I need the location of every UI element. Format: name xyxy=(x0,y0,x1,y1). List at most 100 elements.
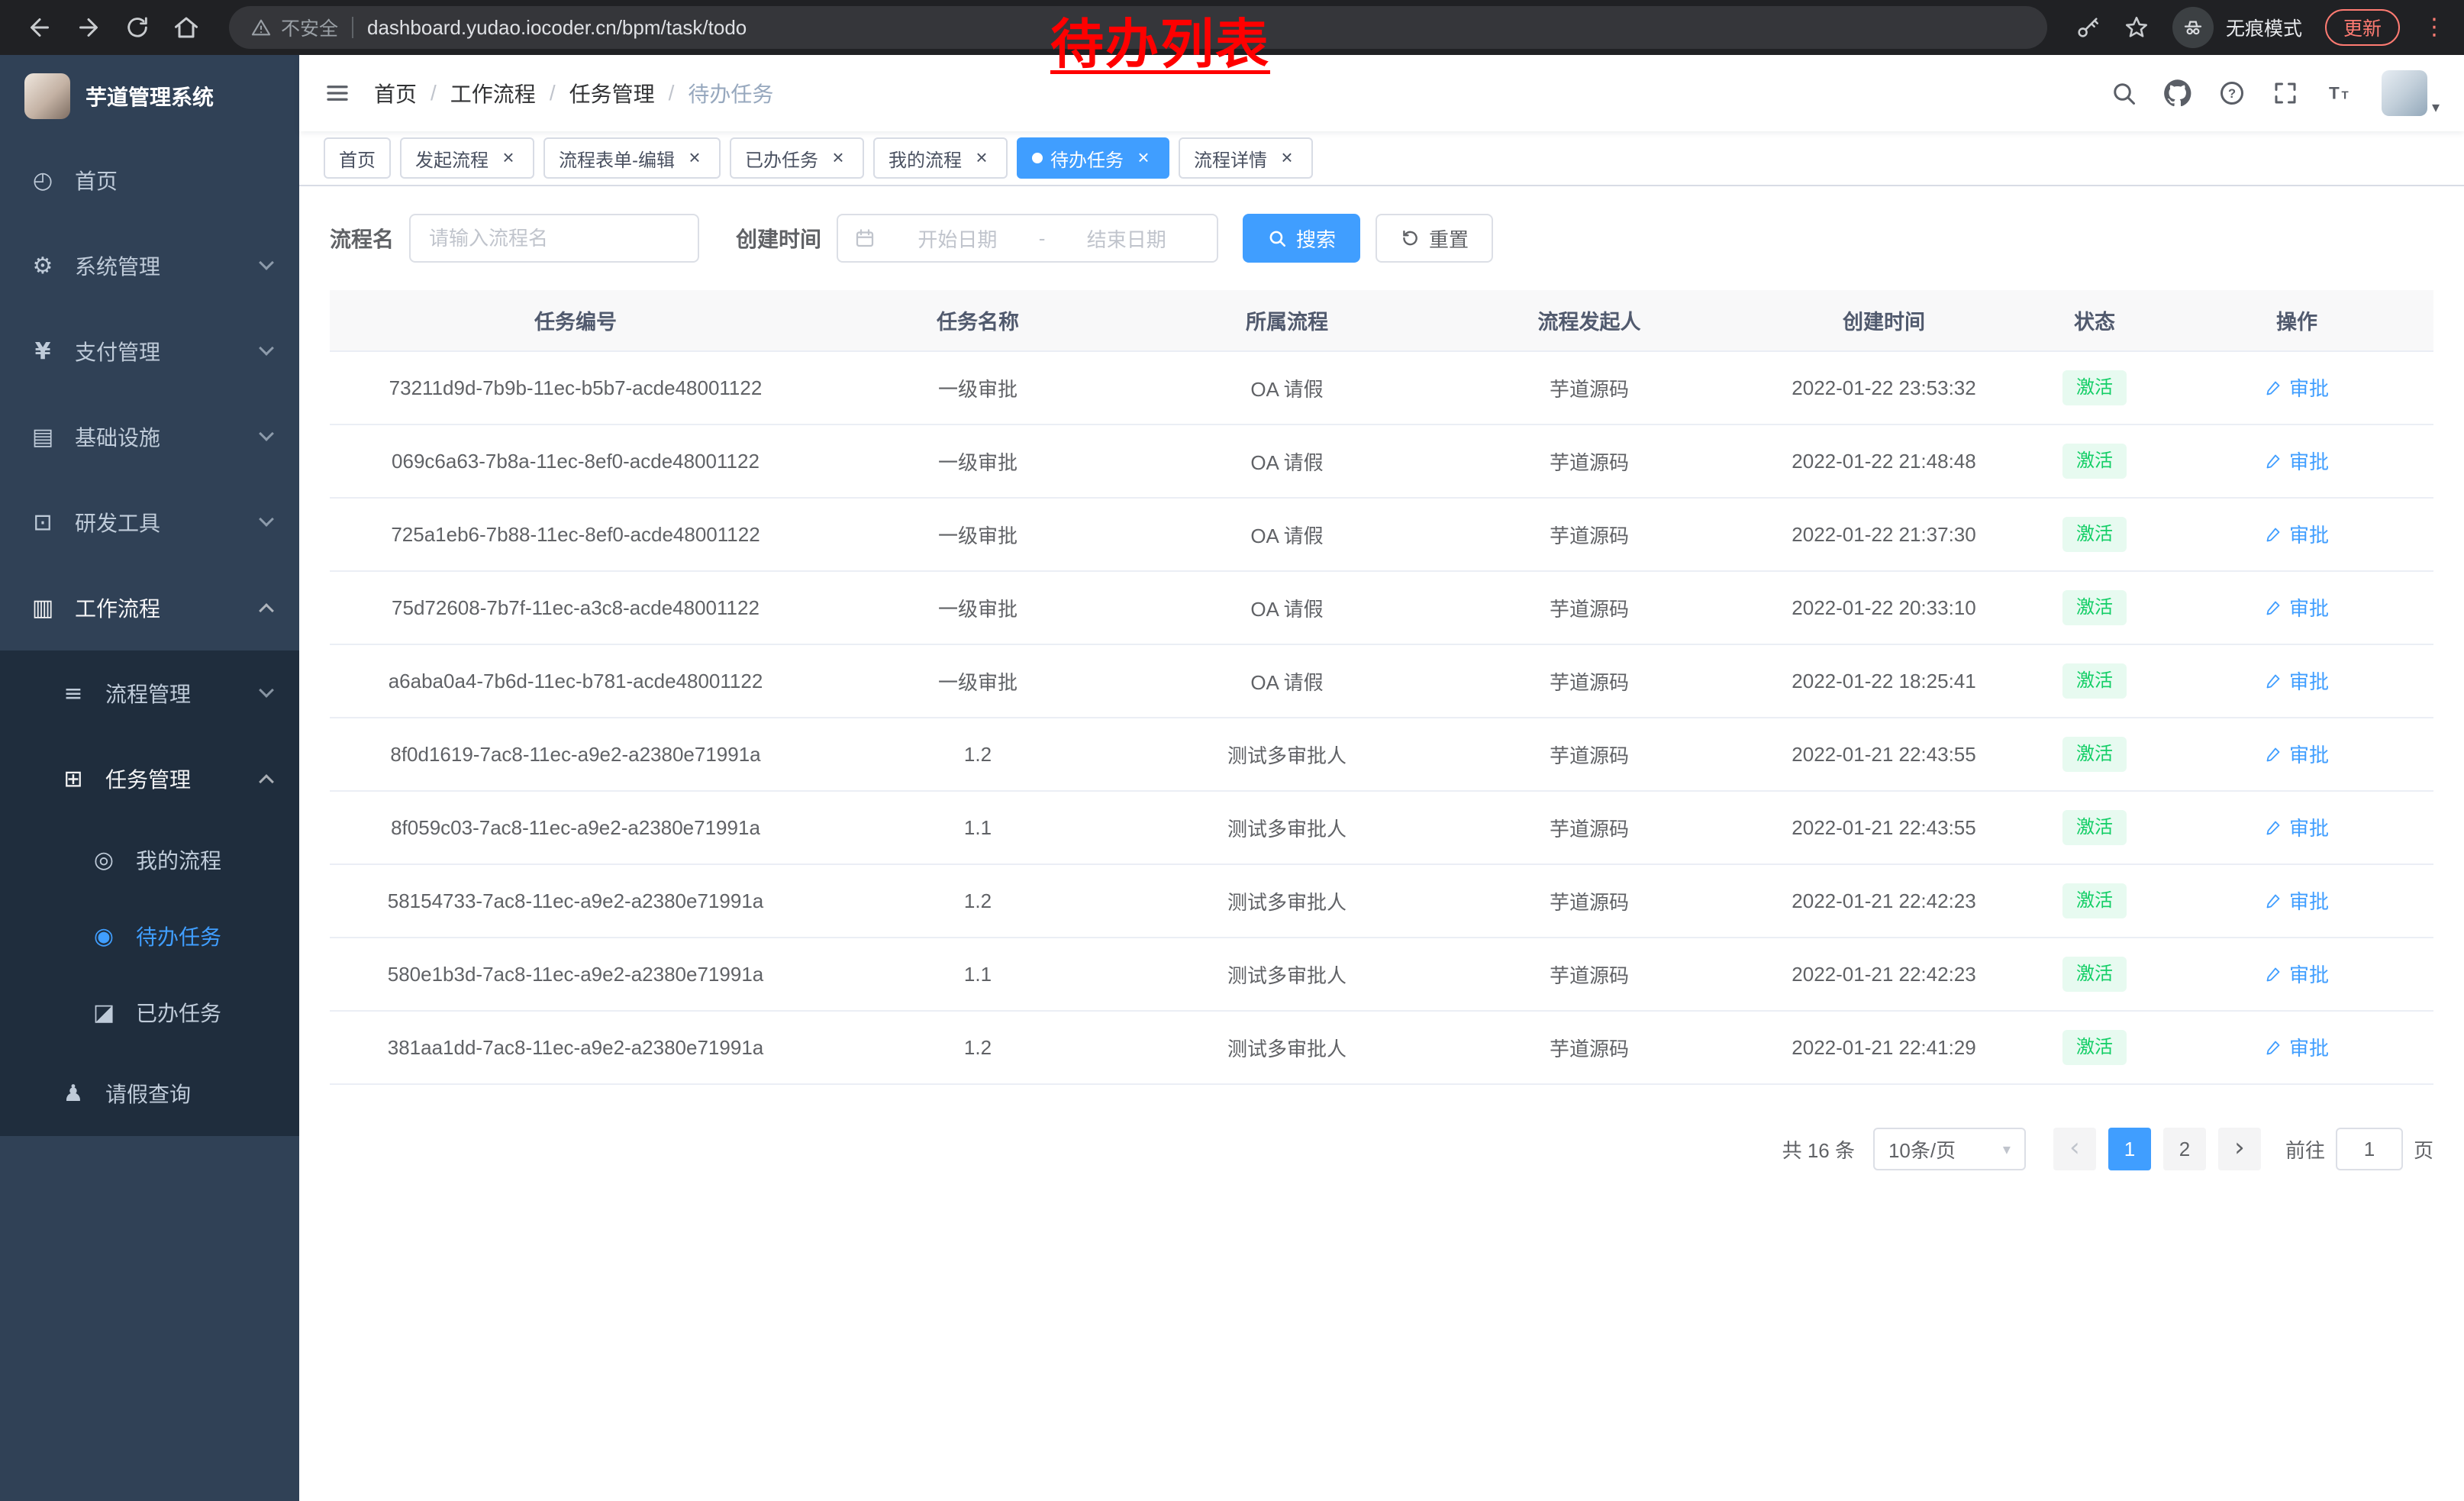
sidebar-item-process-manage[interactable]: 流程管理 xyxy=(0,650,299,736)
task-id-cell: 8f059c03-7ac8-11ec-a9e2-a2380e71991a xyxy=(330,791,821,864)
key-icon[interactable] xyxy=(2075,15,2101,40)
forward-button[interactable] xyxy=(67,6,110,49)
goto-page-input[interactable] xyxy=(2336,1128,2403,1170)
hamburger-button[interactable] xyxy=(324,79,351,107)
tab-label: 我的流程 xyxy=(889,145,962,172)
sidebar-item-my-process[interactable]: 我的流程 xyxy=(0,822,299,898)
font-size-icon[interactable]: TT xyxy=(2325,79,2356,107)
status-cell: 激活 xyxy=(2029,644,2160,718)
sidebar-item-todo-tasks[interactable]: 待办任务 xyxy=(0,898,299,974)
actions-cell: 审批 xyxy=(2160,644,2433,718)
sidebar-item-label: 工作流程 xyxy=(75,592,244,623)
tab-my-process[interactable]: 我的流程 × xyxy=(873,137,1008,179)
task-id-cell: a6aba0a4-7b6d-11ec-b781-acde48001122 xyxy=(330,644,821,718)
process-cell: OA 请假 xyxy=(1134,351,1440,424)
tab-close-icon[interactable]: × xyxy=(1133,147,1154,169)
table-row: 8f059c03-7ac8-11ec-a9e2-a2380e71991a 1.1… xyxy=(330,791,2433,864)
task-id-cell: 069c6a63-7b8a-11ec-8ef0-acde48001122 xyxy=(330,424,821,498)
tab-label: 待办任务 xyxy=(1050,145,1124,172)
breadcrumb-task-manage[interactable]: 任务管理 xyxy=(569,78,655,108)
page-button-2[interactable]: 2 xyxy=(2163,1128,2206,1170)
tab-start-process[interactable]: 发起流程 × xyxy=(400,137,534,179)
sidebar-item-infrastructure[interactable]: 基础设施 xyxy=(0,394,299,479)
approve-link[interactable]: 审批 xyxy=(2265,667,2329,695)
starter-cell: 芋道源码 xyxy=(1440,498,1739,571)
task-id-cell: 381aa1dd-7ac8-11ec-a9e2-a2380e71991a xyxy=(330,1011,821,1084)
prev-page-button[interactable]: ‹ xyxy=(2053,1128,2096,1170)
status-badge: 激活 xyxy=(2062,517,2127,552)
sidebar-item-devtools[interactable]: 研发工具 xyxy=(0,479,299,565)
help-icon[interactable]: ? xyxy=(2218,79,2246,107)
tab-close-icon[interactable]: × xyxy=(971,147,992,169)
approve-link-label: 审批 xyxy=(2289,740,2329,768)
app-logo-row[interactable]: 芋道管理系统 xyxy=(0,55,299,137)
home-button[interactable] xyxy=(165,6,208,49)
approve-link[interactable]: 审批 xyxy=(2265,740,2329,768)
search-button[interactable]: 搜索 xyxy=(1243,214,1360,263)
task-name-cell: 一级审批 xyxy=(821,424,1134,498)
breadcrumb-workflow[interactable]: 工作流程 xyxy=(450,78,536,108)
next-page-button[interactable]: › xyxy=(2218,1128,2261,1170)
start-date-input[interactable]: 开始日期 xyxy=(882,224,1033,253)
approve-link[interactable]: 审批 xyxy=(2265,960,2329,988)
tab-close-icon[interactable]: × xyxy=(498,147,519,169)
sidebar-item-system[interactable]: 系统管理 xyxy=(0,223,299,308)
status-cell: 激活 xyxy=(2029,571,2160,644)
status-badge: 激活 xyxy=(2062,810,2127,845)
bookmark-star-icon[interactable] xyxy=(2124,15,2150,40)
task-name-cell: 一级审批 xyxy=(821,644,1134,718)
sidebar-item-workflow[interactable]: 工作流程 xyxy=(0,565,299,650)
approve-link[interactable]: 审批 xyxy=(2265,813,2329,841)
top-navbar: 首页 / 工作流程 / 任务管理 / 待办任务 ? xyxy=(299,55,2464,131)
sidebar-item-payment[interactable]: 支付管理 xyxy=(0,308,299,394)
breadcrumb-home[interactable]: 首页 xyxy=(374,78,417,108)
task-id-cell: 58154733-7ac8-11ec-a9e2-a2380e71991a xyxy=(330,864,821,938)
tab-todo-tasks[interactable]: 待办任务 × xyxy=(1017,137,1169,179)
app-title: 芋道管理系统 xyxy=(85,81,214,111)
create-time-cell: 2022-01-21 22:43:55 xyxy=(1739,718,2029,791)
fullscreen-icon[interactable] xyxy=(2272,79,2299,107)
sidebar-item-leave-query[interactable]: 请假查询 xyxy=(0,1051,299,1136)
status-cell: 激活 xyxy=(2029,938,2160,1011)
task-id-cell: 725a1eb6-7b88-11ec-8ef0-acde48001122 xyxy=(330,498,821,571)
back-button[interactable] xyxy=(18,6,61,49)
browser-menu-icon[interactable]: ⋮ xyxy=(2423,16,2446,39)
search-icon[interactable] xyxy=(2110,79,2137,107)
approve-link[interactable]: 审批 xyxy=(2265,447,2329,475)
chevron-down-icon xyxy=(259,512,274,527)
tab-close-icon[interactable]: × xyxy=(1276,147,1298,169)
avatar-caret-icon: ▾ xyxy=(2432,98,2440,116)
reset-button[interactable]: 重置 xyxy=(1376,214,1493,263)
page-size-select[interactable]: 10条/页 ▾ xyxy=(1873,1128,2026,1170)
sidebar-item-label: 请假查询 xyxy=(105,1078,272,1109)
tab-home[interactable]: 首页 xyxy=(324,137,391,179)
tab-process-detail[interactable]: 流程详情 × xyxy=(1179,137,1313,179)
task-name-cell: 一级审批 xyxy=(821,571,1134,644)
reload-button[interactable] xyxy=(116,6,159,49)
date-range-picker[interactable]: 开始日期 - 结束日期 xyxy=(837,214,1218,263)
approve-link[interactable]: 审批 xyxy=(2265,520,2329,548)
security-label: 不安全 xyxy=(281,14,338,41)
actions-cell: 审批 xyxy=(2160,718,2433,791)
approve-link[interactable]: 审批 xyxy=(2265,886,2329,915)
approve-link[interactable]: 审批 xyxy=(2265,373,2329,402)
sidebar-item-home[interactable]: 首页 xyxy=(0,137,299,223)
github-icon[interactable] xyxy=(2163,79,2192,108)
tab-form-edit[interactable]: 流程表单-编辑 × xyxy=(543,137,721,179)
status-cell: 激活 xyxy=(2029,864,2160,938)
goto-label: 前往 xyxy=(2285,1135,2325,1164)
page-button-1[interactable]: 1 xyxy=(2108,1128,2151,1170)
update-button[interactable]: 更新 xyxy=(2325,9,2400,46)
user-avatar[interactable]: ▾ xyxy=(2382,70,2440,116)
tab-close-icon[interactable]: × xyxy=(827,147,849,169)
process-name-input[interactable] xyxy=(409,214,699,263)
tab-close-icon[interactable]: × xyxy=(684,147,705,169)
chevron-down-icon xyxy=(259,255,274,270)
sidebar-item-done-tasks[interactable]: 已办任务 xyxy=(0,974,299,1051)
sidebar-item-label: 已办任务 xyxy=(136,997,272,1028)
tab-done-tasks[interactable]: 已办任务 × xyxy=(730,137,864,179)
approve-link[interactable]: 审批 xyxy=(2265,1033,2329,1061)
sidebar-item-task-manage[interactable]: 任务管理 xyxy=(0,736,299,822)
approve-link[interactable]: 审批 xyxy=(2265,593,2329,621)
end-date-input[interactable]: 结束日期 xyxy=(1051,224,1201,253)
